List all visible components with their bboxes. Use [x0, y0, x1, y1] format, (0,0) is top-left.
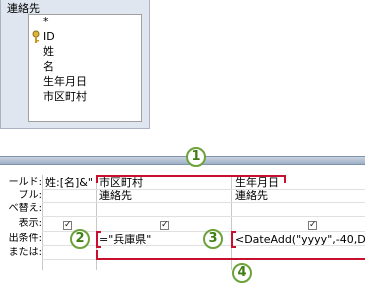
grid-row-divider: [42, 231, 365, 232]
grid-cell-criteria[interactable]: <DateAdd("yyyy",-40,Dat: [235, 234, 365, 246]
grid-cell-table[interactable]: 連絡先: [99, 190, 229, 202]
highlight-bracket-top-right: [284, 175, 286, 183]
highlight-bracket-bottom-left: [96, 250, 98, 260]
callout-1: 1: [186, 147, 206, 167]
callout-3: 3: [203, 229, 223, 249]
row-label-show: 表示:: [18, 218, 42, 229]
field-item-lastname[interactable]: 姓: [43, 45, 54, 59]
grid-cell-table[interactable]: 連絡先: [235, 190, 363, 202]
show-checkbox[interactable]: ✓: [160, 221, 169, 230]
table-field-list-window[interactable]: 連絡先 * ID 姓 名 生年月日 市区町村: [0, 0, 150, 129]
pane-splitter[interactable]: [0, 156, 365, 165]
grid-cell-field[interactable]: 市区町村: [99, 177, 229, 189]
grid-cell-field[interactable]: 生年月日: [235, 177, 363, 189]
callout-2: 2: [70, 229, 90, 249]
row-label-criteria: 出条件:: [8, 233, 42, 244]
primary-key-icon: [32, 30, 40, 43]
highlight-bracket-top-left: [96, 175, 98, 183]
row-label-field: ールド:: [8, 177, 42, 188]
field-item-all[interactable]: *: [43, 15, 49, 29]
field-item-firstname[interactable]: 名: [43, 60, 54, 74]
highlight-bracket-bottom: [96, 258, 365, 260]
row-label-sort: べ替え:: [8, 203, 42, 214]
highlight-bracket-right-bottom: [231, 246, 236, 248]
show-checkbox[interactable]: ✓: [63, 221, 72, 230]
row-label-or: または:: [8, 247, 42, 258]
callout-4: 4: [232, 263, 252, 283]
grid-cell-field[interactable]: 姓:[名]&": [45, 177, 95, 189]
highlight-bracket-left-bottom: [96, 246, 101, 248]
highlight-bracket-top: [96, 175, 286, 177]
field-item-birthdate[interactable]: 生年月日: [43, 75, 87, 89]
show-checkbox[interactable]: ✓: [308, 221, 317, 230]
grid-row-divider: [42, 202, 365, 203]
highlight-bracket-left-top: [96, 231, 101, 233]
highlight-bracket-right-top: [231, 231, 236, 233]
field-item-city[interactable]: 市区町村: [43, 90, 87, 104]
field-item-id[interactable]: ID: [43, 30, 55, 44]
row-label-table: ブル:: [18, 190, 42, 201]
grid-row-divider: [42, 216, 365, 217]
field-list[interactable]: * ID 姓 名 生年月日 市区町村: [28, 14, 142, 122]
